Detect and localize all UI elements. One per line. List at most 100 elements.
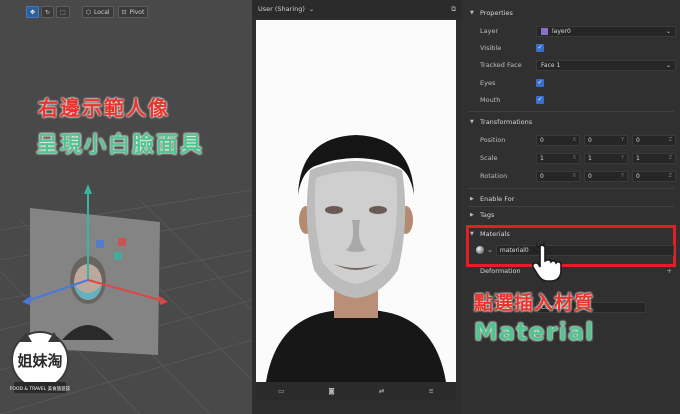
value: 0 — [540, 136, 544, 144]
caret-right-icon: ▶ — [470, 212, 474, 218]
overlay-caption-line1: 右邊示範人像 — [38, 96, 170, 120]
value: 0 — [636, 136, 640, 144]
z-axis-label: Z — [668, 173, 672, 179]
layer-color-swatch — [541, 27, 548, 35]
rotation-x-field[interactable]: 0X — [536, 170, 580, 182]
tracked-face-select[interactable]: Face 1 ⌄ — [536, 59, 676, 71]
preview-canvas — [256, 20, 456, 382]
eyes-checkbox[interactable]: ✓ — [536, 79, 544, 87]
visible-checkbox[interactable]: ✓ — [536, 44, 544, 52]
layer-value: layer0 — [552, 27, 571, 35]
scale-tool-button[interactable]: ⬚ — [56, 6, 70, 18]
mouth-checkbox[interactable]: ✓ — [536, 96, 544, 104]
caret-right-icon: ▶ — [470, 196, 474, 202]
value: 0 — [540, 172, 544, 180]
chevron-down-icon: ⌄ — [665, 61, 671, 69]
material-slot-row: ⌄ material0 — [476, 244, 674, 256]
tracked-face-label: Tracked Face — [480, 61, 522, 69]
z-axis-label: Z — [668, 137, 672, 143]
local-label: Local — [93, 8, 110, 16]
popout-icon[interactable]: ⧉ — [451, 5, 456, 14]
video-icon[interactable]: ▭ — [278, 387, 284, 395]
scale-x-field[interactable]: 1X — [536, 152, 580, 164]
camera-label: User (Sharing) — [258, 5, 305, 13]
rotate-tool-button[interactable]: ↻ — [41, 6, 55, 18]
mouth-row: Mouth ✓ — [462, 93, 680, 107]
position-x-field[interactable]: 0X — [536, 134, 580, 146]
add-icon[interactable]: + — [667, 267, 672, 275]
chevron-down-icon[interactable]: ⌄ — [487, 246, 493, 254]
move-icon: ✥ — [30, 8, 36, 16]
layer-row: Layer layer0 ⌄ — [462, 24, 680, 38]
rotation-y-field[interactable]: 0Y — [584, 170, 628, 182]
rotation-z-field[interactable]: 0Z — [632, 170, 676, 182]
caret-down-icon: ▼ — [470, 119, 474, 125]
material-value: material0 — [499, 246, 529, 254]
logo-main-text: 姐妹淘 — [17, 352, 62, 370]
divider — [468, 111, 674, 112]
x-axis-label: X — [572, 155, 576, 161]
position-label: Position — [480, 136, 506, 144]
material-field[interactable]: material0 — [495, 244, 674, 256]
position-y-field[interactable]: 0Y — [584, 134, 628, 146]
mouth-label: Mouth — [480, 96, 501, 104]
y-axis-label: Y — [620, 137, 624, 143]
chevron-down-icon: ⌄ — [665, 27, 671, 35]
rotate-icon: ↻ — [45, 8, 51, 16]
camera-icon[interactable]: ◙ — [328, 387, 334, 395]
position-z-field[interactable]: 0Z — [632, 134, 676, 146]
value: 1 — [636, 154, 640, 162]
properties-title: Properties — [480, 9, 513, 17]
pivot-label: Pivot — [129, 8, 145, 16]
move-tool-button[interactable]: ✥ — [26, 6, 40, 18]
preview-header: User (Sharing) ⌄ ⧉ — [252, 0, 462, 18]
layer-label: Layer — [480, 27, 499, 35]
y-axis-label: Y — [620, 173, 624, 179]
visible-row: Visible ✓ — [462, 41, 680, 55]
preview-panel: User (Sharing) ⌄ ⧉ ▭ ◙ ⇄ ≡ — [252, 0, 462, 414]
scale-y-field[interactable]: 1Y — [584, 152, 628, 164]
value: 1 — [540, 154, 544, 162]
tags-section-header[interactable]: ▶ Tags — [462, 208, 680, 222]
preview-image — [256, 20, 456, 382]
flip-camera-icon[interactable]: ⇄ — [379, 387, 384, 395]
site-logo: 姐妹淘 FOOD & TRAVEL 美食旅遊誌 — [10, 331, 71, 393]
y-axis-label: Y — [620, 155, 624, 161]
pivot-button[interactable]: ⊡ Pivot — [117, 6, 149, 18]
pointer-hand-icon — [532, 242, 562, 282]
camera-selector[interactable]: User (Sharing) ⌄ — [258, 5, 314, 13]
tracked-face-value: Face 1 — [541, 61, 561, 69]
value: 0 — [636, 172, 640, 180]
overlay-caption-line2: 呈現小白臉面具 — [36, 133, 205, 158]
chevron-down-icon: ⌄ — [308, 5, 315, 13]
position-row: Position 0X 0Y 0Z — [462, 133, 680, 147]
scale-label: Scale — [480, 154, 498, 162]
value: 1 — [588, 154, 592, 162]
tags-title: Tags — [480, 211, 495, 219]
annotation-line1: 點選插入材質 — [474, 292, 595, 314]
visible-label: Visible — [480, 44, 502, 52]
enable-for-section-header[interactable]: ▶ Enable For — [462, 192, 680, 206]
preview-footer: ▭ ◙ ⇄ ≡ — [256, 382, 456, 400]
transformations-section-header[interactable]: ▼ Transformations — [462, 115, 680, 129]
caret-down-icon: ▼ — [470, 10, 474, 16]
properties-section-header[interactable]: ▼ Properties — [462, 6, 680, 20]
x-axis-label: X — [572, 173, 576, 179]
x-axis-label: X — [572, 137, 576, 143]
scale-z-field[interactable]: 1Z — [632, 152, 676, 164]
material-sphere-icon — [476, 246, 484, 254]
local-space-button[interactable]: ⬡ Local — [81, 6, 114, 18]
value: 0 — [588, 136, 592, 144]
viewport-toolbar: ✥ ↻ ⬚ ⬡ Local ⊡ Pivot — [26, 6, 149, 18]
z-axis-label: Z — [668, 155, 672, 161]
divider — [468, 206, 674, 207]
tracked-face-row: Tracked Face Face 1 ⌄ — [462, 58, 680, 72]
annotation-line2: Material — [474, 318, 595, 346]
pivot-icon: ⊡ — [121, 8, 127, 16]
scale-row: Scale 1X 1Y 1Z — [462, 151, 680, 165]
layer-select[interactable]: layer0 ⌄ — [536, 25, 676, 37]
cube-icon: ⬡ — [85, 8, 91, 16]
divider — [468, 188, 674, 189]
menu-icon[interactable]: ≡ — [428, 387, 433, 395]
logo-sub-text: FOOD & TRAVEL 美食旅遊誌 — [10, 385, 71, 392]
